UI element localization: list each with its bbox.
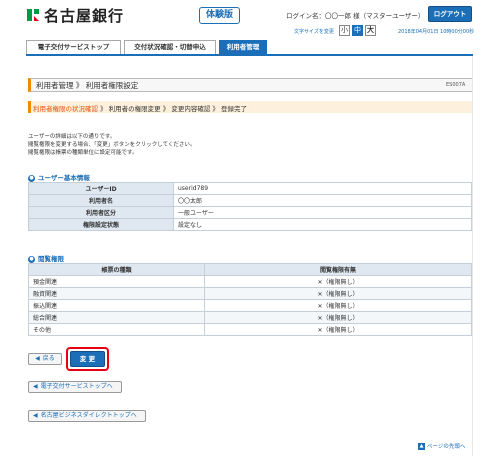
e-delivery-top-link-label: 電子交付サービストップへ [40, 383, 113, 390]
permission-cell: ✕（権限無し） [204, 311, 472, 324]
table-row: 振込関連 ✕（権限無し） [27, 299, 472, 312]
trial-badge: 体験版 [199, 7, 240, 24]
doc-type-cell: 振込関連 [27, 299, 206, 312]
table-header-row: 帳票の種類 閲覧権限有無 [27, 263, 472, 276]
table-row: 総合関連 ✕（権限無し） [27, 311, 472, 324]
tab-delivery-status[interactable]: 交付状況確認・切替申込 [124, 40, 216, 54]
user-id-value: userid789 [173, 182, 472, 195]
tab-user-management[interactable]: 利用者管理 [219, 40, 267, 54]
change-button[interactable]: 変 更 [70, 351, 105, 367]
bank-name: 名古屋銀行 [44, 7, 125, 25]
column-header-doc-type: 帳票の種類 [27, 263, 206, 276]
doc-type-cell: 融資関連 [27, 287, 206, 300]
font-size-small-button[interactable]: 小 [339, 25, 350, 36]
content-border [472, 56, 473, 456]
business-direct-top-link[interactable]: ◀ 名古屋ビジネスダイレクトトップへ [28, 410, 146, 422]
step-item: 変更内容確認 [171, 105, 211, 113]
user-type-label: 利用者区分 [28, 206, 174, 219]
user-info-heading: ● ユーザー基本情報 [28, 172, 90, 182]
user-name-value: 〇〇太郎 [173, 194, 472, 207]
logout-button[interactable]: ログアウト [428, 6, 472, 22]
step-current: 利用者権限の状況確認 [33, 105, 98, 113]
permission-cell: ✕（権限無し） [204, 287, 472, 300]
user-info-heading-label: ユーザー基本情報 [38, 174, 90, 182]
step-separator: 》 [100, 105, 107, 113]
chevron-left-icon: ◀ [33, 383, 38, 390]
column-header-permission: 閲覧権限有無 [204, 263, 472, 276]
permission-state-label: 権限設定状態 [28, 218, 174, 231]
business-direct-top-link-label: 名古屋ビジネスダイレクトトップへ [40, 412, 137, 419]
bank-logo-icon [26, 8, 40, 22]
table-row: 利用者名 〇〇太郎 [28, 194, 472, 207]
doc-type-cell: 総合関連 [27, 311, 206, 324]
font-size-label: 文字サイズを変更 [294, 29, 334, 35]
permissions-heading-label: 閲覧権限 [38, 255, 64, 263]
permission-state-value: 設定なし [173, 218, 472, 231]
step-item: 登録完了 [220, 105, 247, 113]
permissions-heading: ● 閲覧権限 [28, 253, 64, 263]
permission-cell: ✕（権限無し） [204, 299, 472, 312]
section-bullet-icon: ● [28, 174, 35, 182]
table-row: ユーザーID userid789 [28, 182, 472, 195]
user-id-label: ユーザーID [28, 182, 174, 195]
table-row: 融資関連 ✕（権限無し） [27, 287, 472, 300]
intro-line: 閲覧権限は帳票の種類単位に設定可能です。 [28, 150, 138, 156]
page-top-link[interactable]: ▲ ページの先頭へ [418, 442, 465, 450]
back-button-label: 戻る [42, 355, 55, 362]
back-button[interactable]: ◀ 戻る [28, 353, 62, 365]
permission-cell: ✕（権限無し） [204, 323, 472, 336]
section-bullet-icon: ● [28, 255, 35, 263]
doc-type-cell: 預金関連 [27, 275, 206, 288]
intro-text: ユーザーの詳細は以下の通りです。 閲覧権限を変更する場合、「変更」ボタンをクリッ… [28, 133, 195, 157]
tab-e-delivery-top[interactable]: 電子交付サービストップ [26, 40, 121, 54]
table-row: 預金関連 ✕（権限無し） [27, 275, 472, 288]
current-datetime: 2018年04月01日 10時00分00秒 [398, 29, 475, 35]
e-delivery-top-link[interactable]: ◀ 電子交付サービストップへ [28, 381, 122, 393]
step-list: 利用者権限の状況確認 》 利用者の権限変更 》 変更内容確認 》 登録完了 [33, 103, 247, 113]
table-row: 権限設定状態 設定なし [28, 218, 472, 231]
intro-line: ユーザーの詳細は以下の通りです。 [28, 134, 116, 140]
tab-divider [26, 54, 473, 56]
step-item: 利用者の権限変更 [108, 105, 161, 113]
permission-cell: ✕（権限無し） [204, 275, 472, 288]
doc-type-cell: その他 [27, 323, 206, 336]
step-separator: 》 [162, 105, 170, 113]
font-size-medium-button[interactable]: 中 [352, 25, 363, 36]
table-row: その他 ✕（権限無し） [27, 323, 472, 336]
font-size-large-button[interactable]: 大 [365, 25, 376, 36]
intro-line: 閲覧権限を変更する場合、「変更」ボタンをクリックしてください。 [28, 142, 196, 148]
chevron-left-icon: ◀ [35, 355, 40, 362]
permissions-table: 帳票の種類 閲覧権限有無 預金関連 ✕（権限無し） 融資関連 ✕（権限無し） 振… [27, 263, 472, 336]
chevron-left-icon: ◀ [33, 412, 38, 419]
screen-id: ES007A [446, 82, 466, 88]
login-user-name: ログイン名：〇〇一郎 様（マスターユーザー） [286, 12, 425, 20]
user-name-label: 利用者名 [28, 194, 174, 207]
page-top-label: ページの先頭へ [427, 444, 466, 450]
page-title: 利用者管理 》 利用者権限設定 [36, 81, 139, 90]
table-row: 利用者区分 一般ユーザー [28, 206, 472, 219]
user-info-table: ユーザーID userid789 利用者名 〇〇太郎 利用者区分 一般ユーザー … [28, 182, 472, 231]
step-separator: 》 [212, 105, 219, 113]
arrow-up-icon: ▲ [418, 443, 425, 450]
user-type-value: 一般ユーザー [173, 206, 472, 219]
